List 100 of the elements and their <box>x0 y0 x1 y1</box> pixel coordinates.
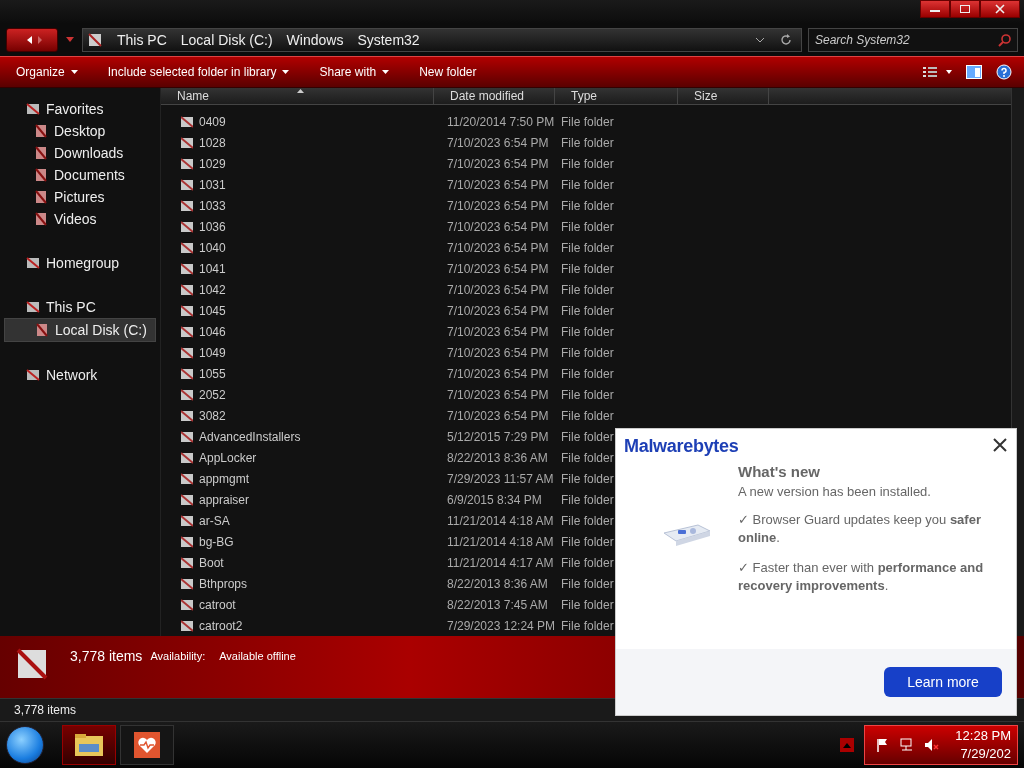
toolbar-button[interactable]: Share with <box>311 63 398 81</box>
breadcrumb[interactable]: This PC <box>117 32 167 48</box>
folder-icon <box>34 212 48 226</box>
start-button[interactable] <box>6 726 44 764</box>
file-name[interactable]: 1028 <box>199 135 226 150</box>
file-name[interactable]: 0409 <box>199 114 226 129</box>
sidebar-item[interactable]: Videos <box>4 208 156 230</box>
folder-icon <box>181 430 193 443</box>
folder-icon <box>26 102 40 116</box>
file-name[interactable]: 1036 <box>199 219 226 234</box>
file-name[interactable]: AdvancedInstallers <box>199 429 301 444</box>
breadcrumb[interactable]: System32 <box>357 32 420 48</box>
file-name[interactable]: appmgmt <box>199 471 250 486</box>
minimize-button[interactable] <box>920 0 950 18</box>
maximize-icon <box>959 4 971 14</box>
file-name[interactable]: 1042 <box>199 282 226 297</box>
file-name[interactable]: 1033 <box>199 198 226 213</box>
folder-icon <box>35 323 49 337</box>
sidebar-item[interactable]: Favorites <box>4 98 156 120</box>
file-name[interactable]: 3082 <box>199 408 226 423</box>
date-cell: 7/10/2023 6:54 PM <box>447 177 549 192</box>
date-cell: 7/10/2023 6:54 PM <box>447 408 549 423</box>
folder-icon <box>181 577 193 590</box>
date-cell: 7/10/2023 6:54 PM <box>447 303 549 318</box>
date-cell: 7/10/2023 6:54 PM <box>447 282 549 297</box>
file-name[interactable]: 1041 <box>199 261 226 276</box>
sidebar-item[interactable]: Network <box>4 364 156 386</box>
type-cell: File folder <box>561 534 614 549</box>
type-cell: File folder <box>561 345 614 360</box>
file-name[interactable]: Boot <box>199 555 224 570</box>
folder-icon <box>181 136 193 149</box>
date-cell: 7/10/2023 6:54 PM <box>447 324 549 339</box>
caret-icon[interactable] <box>755 36 765 44</box>
folder-icon <box>181 556 193 569</box>
folder-icon <box>181 178 193 191</box>
file-name[interactable]: Bthprops <box>199 576 248 591</box>
maximize-button[interactable] <box>950 0 980 18</box>
popup-subtitle: A new version has been installed. <box>738 484 932 499</box>
folder-icon <box>74 732 104 758</box>
file-name[interactable]: 1055 <box>199 366 226 381</box>
taskbar-app[interactable] <box>120 725 174 765</box>
availability-value: Available offline <box>219 650 296 662</box>
close-icon <box>994 4 1006 14</box>
learn-more-button[interactable]: Learn more <box>884 667 1002 697</box>
file-name[interactable]: 1029 <box>199 156 226 171</box>
muted-speaker-icon[interactable] <box>923 737 939 753</box>
column-header[interactable]: Name <box>161 88 434 104</box>
file-name[interactable]: AppLocker <box>199 450 257 465</box>
network-icon[interactable] <box>899 737 915 753</box>
folder-icon <box>181 514 193 527</box>
column-header[interactable]: Type <box>555 88 678 104</box>
date-cell: 7/29/2023 12:24 PM <box>447 618 556 633</box>
sidebar-item[interactable]: Homegroup <box>4 252 156 274</box>
file-name[interactable]: catroot <box>199 597 236 612</box>
tray-expand-button[interactable] <box>840 738 854 752</box>
sidebar-item[interactable]: Local Disk (C:) <box>4 318 156 342</box>
type-cell: File folder <box>561 471 614 486</box>
file-name[interactable]: 1046 <box>199 324 226 339</box>
file-name[interactable]: 1040 <box>199 240 226 255</box>
file-name[interactable]: 1049 <box>199 345 226 360</box>
file-name[interactable]: ar-SA <box>199 513 230 528</box>
breadcrumb[interactable]: Windows <box>286 32 344 48</box>
folder-icon <box>26 256 40 270</box>
type-cell: File folder <box>561 198 614 213</box>
feature-text: ✓ Browser Guard updates keep you safer online. <box>738 511 982 547</box>
file-name[interactable]: 1045 <box>199 303 226 318</box>
file-name[interactable]: catroot2 <box>199 618 243 633</box>
address-bar[interactable]: This PC Local Disk (C:) Windows System32 <box>82 28 802 52</box>
view-options-icon[interactable] <box>922 65 952 79</box>
toolbar-button[interactable]: Include selected folder in library <box>99 63 298 81</box>
sidebar-item[interactable]: Pictures <box>4 186 156 208</box>
file-name[interactable]: 2052 <box>199 387 226 402</box>
sidebar-item[interactable]: Downloads <box>4 142 156 164</box>
file-name[interactable]: bg-BG <box>199 534 234 549</box>
caret-icon[interactable] <box>66 37 74 43</box>
folder-icon <box>181 115 193 128</box>
date-cell: 7/10/2023 6:54 PM <box>447 366 549 381</box>
file-name[interactable]: appraiser <box>199 492 250 507</box>
sidebar-item[interactable]: Desktop <box>4 120 156 142</box>
column-header[interactable]: Size <box>678 88 769 104</box>
help-icon[interactable] <box>996 64 1012 80</box>
type-cell: File folder <box>561 555 614 570</box>
taskbar-app[interactable] <box>62 725 116 765</box>
toolbar-button[interactable]: Organize <box>8 63 86 81</box>
drive-icon <box>87 32 103 48</box>
date-cell: 7/10/2023 6:54 PM <box>447 156 549 171</box>
navigation-buttons[interactable] <box>6 28 58 52</box>
toolbar-button[interactable]: New folder <box>411 63 485 81</box>
search-field[interactable]: Search System32 <box>808 28 1018 52</box>
folder-icon <box>181 157 193 170</box>
file-name[interactable]: 1031 <box>199 177 226 192</box>
breadcrumb[interactable]: Local Disk (C:) <box>180 32 273 48</box>
close-button[interactable] <box>980 0 1020 18</box>
column-header[interactable]: Date modified <box>434 88 555 104</box>
folder-icon <box>181 472 193 485</box>
sidebar-item[interactable]: Documents <box>4 164 156 186</box>
type-cell: File folder <box>561 219 614 234</box>
sidebar-item[interactable]: This PC <box>4 296 156 318</box>
refresh-icon[interactable] <box>779 33 793 47</box>
folder-icon <box>181 598 193 611</box>
